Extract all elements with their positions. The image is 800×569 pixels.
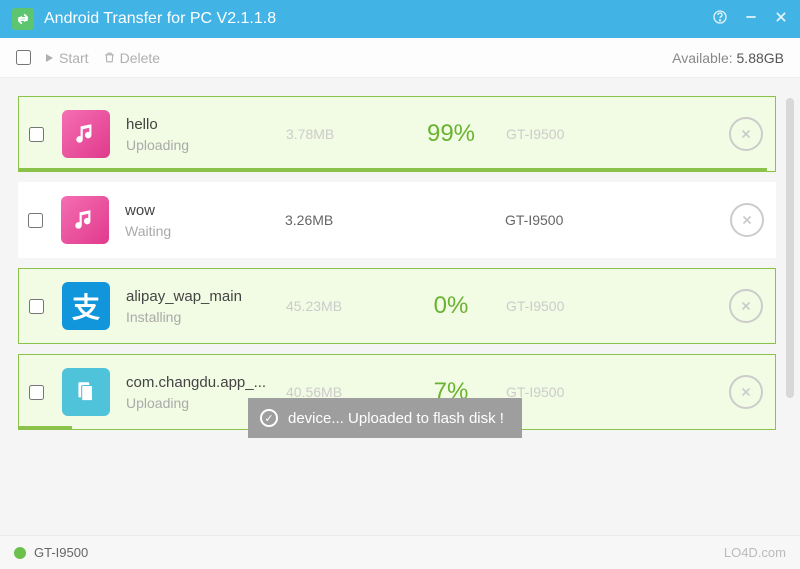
row-name: alipay_wap_main [126, 288, 286, 305]
help-icon[interactable] [712, 9, 728, 30]
start-button[interactable]: Start [43, 50, 89, 66]
row-name: hello [126, 116, 286, 133]
toolbar: Start Delete Available: 5.88GB [0, 38, 800, 78]
row-info: alipay_wap_main Installing [126, 288, 286, 325]
cancel-button[interactable] [729, 289, 763, 323]
alipay-icon: 支 [62, 282, 110, 330]
scrollbar-thumb[interactable] [786, 98, 794, 398]
cancel-button[interactable] [729, 117, 763, 151]
row-device: GT-I9500 [506, 126, 626, 142]
device-indicator: GT-I9500 [14, 545, 88, 560]
brand-watermark: LO4D.com [724, 545, 786, 560]
progress-bar [19, 426, 72, 429]
cancel-button[interactable] [729, 375, 763, 409]
row-status: Installing [126, 309, 286, 325]
transfer-row: wow Waiting3.26MB GT-I9500 [18, 182, 776, 258]
row-checkbox[interactable] [29, 127, 44, 142]
app-icon [12, 8, 34, 30]
statusbar: GT-I9500 LO4D.com [0, 535, 800, 569]
toast-text: device... Uploaded to flash disk ! [288, 410, 504, 427]
row-percent: 99% [396, 120, 506, 148]
minimize-icon[interactable] [744, 10, 758, 29]
app-title: Android Transfer for PC V2.1.1.8 [44, 10, 712, 28]
content-area: helloUploading3.78MB99%GT-I9500wowWaitin… [0, 78, 800, 535]
row-checkbox[interactable] [29, 385, 44, 400]
transfer-row: hello Uploading3.78MB99%GT-I9500 [18, 96, 776, 172]
music-icon [62, 110, 110, 158]
row-info: wow Waiting [125, 202, 285, 239]
delete-button[interactable]: Delete [103, 50, 160, 66]
cancel-button[interactable] [730, 203, 764, 237]
progress-bar [19, 168, 767, 171]
row-device: GT-I9500 [506, 384, 626, 400]
close-icon[interactable] [774, 10, 788, 29]
delete-label: Delete [120, 50, 160, 66]
device-name: GT-I9500 [34, 545, 88, 560]
select-all-checkbox[interactable] [16, 50, 31, 65]
transfer-list: helloUploading3.78MB99%GT-I9500wowWaitin… [18, 96, 776, 430]
row-percent: 0% [396, 292, 506, 320]
row-name: wow [125, 202, 285, 219]
row-size: 3.26MB [285, 212, 395, 228]
titlebar: Android Transfer for PC V2.1.1.8 [0, 0, 800, 38]
row-device: GT-I9500 [505, 212, 625, 228]
transfer-row: 支 alipay_wap_main Installing45.23MB0%GT-I9… [18, 268, 776, 344]
row-info: hello Uploading [126, 116, 286, 153]
row-checkbox[interactable] [29, 299, 44, 314]
row-device: GT-I9500 [506, 298, 626, 314]
row-checkbox[interactable] [28, 213, 43, 228]
document-icon [62, 368, 110, 416]
check-icon: ✓ [260, 409, 278, 427]
row-name: com.changdu.app_... [126, 374, 286, 391]
row-size: 45.23MB [286, 298, 396, 314]
row-size: 3.78MB [286, 126, 396, 142]
toast-notification: ✓ device... Uploaded to flash disk ! [248, 398, 522, 438]
start-label: Start [59, 50, 89, 66]
status-dot-icon [14, 547, 26, 559]
music-icon [61, 196, 109, 244]
row-status: Uploading [126, 137, 286, 153]
row-status: Waiting [125, 223, 285, 239]
available-text: Available: 5.88GB [672, 50, 784, 66]
